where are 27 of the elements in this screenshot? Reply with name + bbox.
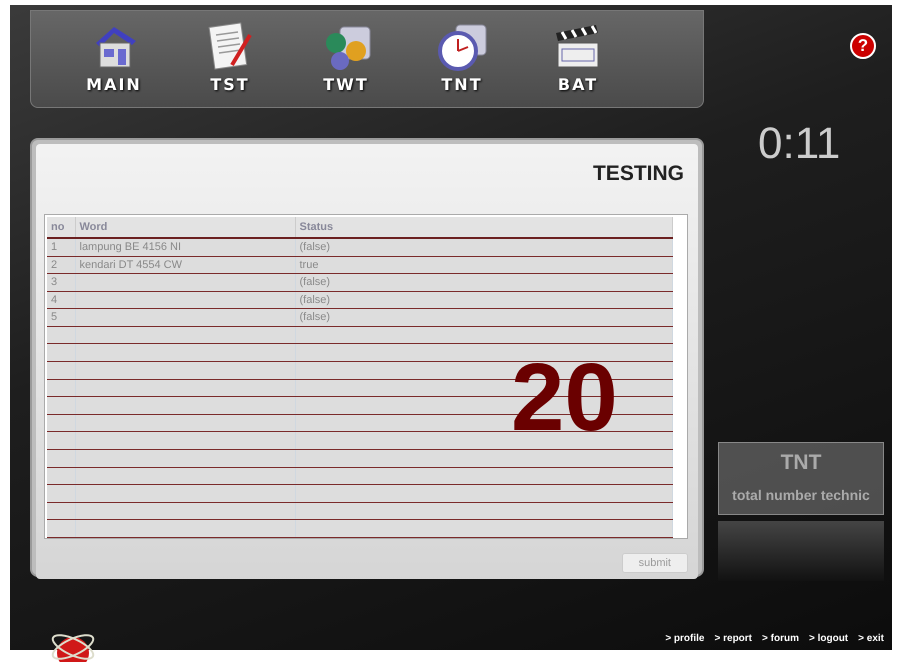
table-cell: lampung BE 4156 NI [75,238,295,256]
footer-link[interactable]: > logout [808,631,848,646]
info-title: TNT [780,450,822,476]
toolbar-button[interactable]: BAT [543,21,613,97]
footer-link[interactable]: > exit [858,631,884,646]
table-cell: 3 [47,274,75,292]
toolbar-button[interactable]: TNT [427,21,497,97]
table-cell: (false) [295,308,672,326]
table-cell: kendari DT 4554 CW [75,256,295,274]
toolbar-button[interactable]: MAIN [79,21,149,97]
table-cell: (false) [295,291,672,309]
table-cell: true [295,256,672,274]
panel-title: TESTING [592,161,684,187]
help-button[interactable]: ? [850,33,876,59]
info-subtitle: total number technic [731,486,871,504]
table-cell: (false) [295,238,672,256]
toolbar-button[interactable]: TWT [311,21,381,97]
table-cell: 4 [47,291,75,309]
toolbar-button[interactable]: TST [195,21,265,97]
footer-link[interactable]: > report [714,631,752,646]
table-cell: (false) [295,274,672,292]
table-cell: 2 [47,256,75,274]
footer-link[interactable]: > forum [762,631,799,646]
table-cell: 5 [47,308,75,326]
footer-link[interactable]: > profile [665,631,704,646]
timer: 0:11 [758,122,842,166]
table-cell: 1 [47,238,75,256]
